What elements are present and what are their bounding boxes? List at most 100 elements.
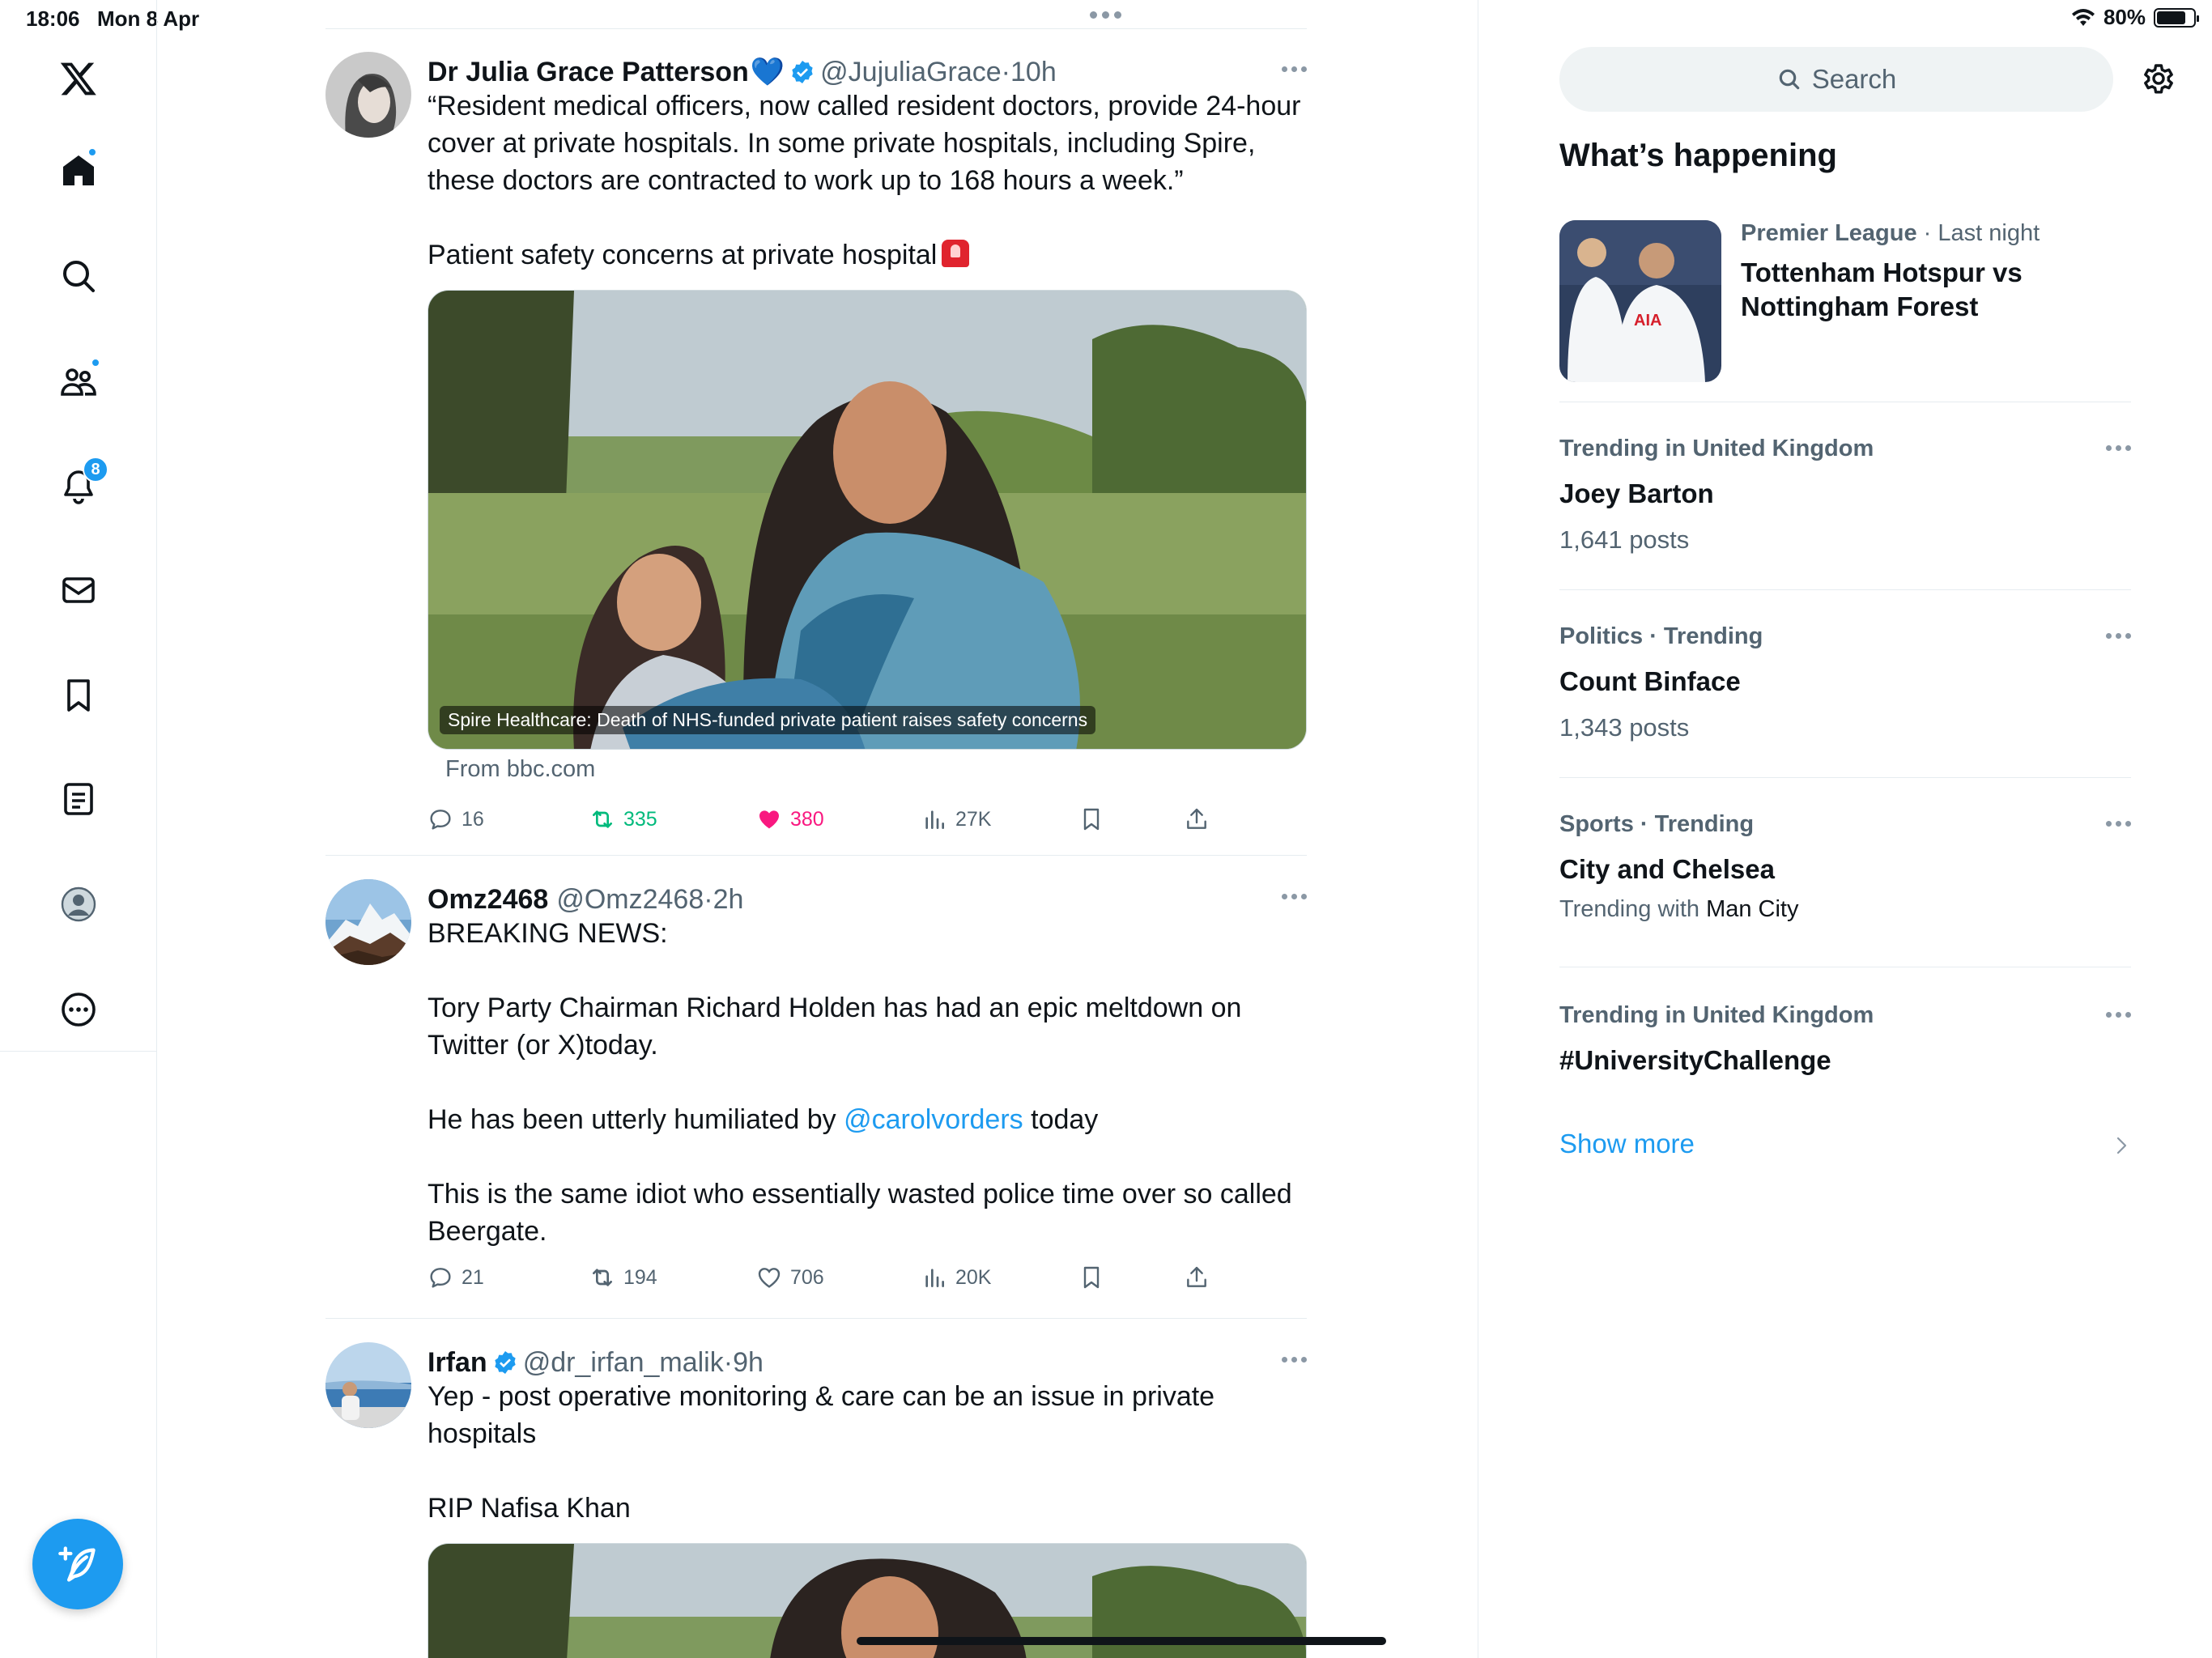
tweet-more-icon[interactable] — [1282, 894, 1307, 899]
trend-with: Trending with Man City — [1559, 896, 2131, 923]
separator: · — [1001, 56, 1010, 87]
home-indicator[interactable] — [857, 1637, 1386, 1645]
search-icon[interactable] — [50, 248, 107, 304]
trend-meta: Trending in United Kingdom — [1559, 436, 1874, 461]
home-icon[interactable] — [50, 142, 107, 199]
link-source[interactable]: From bbc.com — [445, 756, 595, 783]
bookmark-icon — [1083, 808, 1100, 831]
mention-link[interactable]: @carolvorders — [844, 1104, 1023, 1135]
avatar[interactable] — [325, 879, 411, 965]
profile-icon[interactable] — [50, 876, 107, 933]
reply-icon — [430, 810, 451, 830]
share-button[interactable] — [1184, 803, 1210, 835]
trend-more-icon[interactable] — [2106, 1012, 2131, 1018]
trend-more-icon[interactable] — [2106, 445, 2131, 451]
trend-name: Joey Barton — [1559, 478, 1714, 508]
featured-trend-image[interactable]: AIA — [1559, 220, 1721, 382]
like-button[interactable]: 706 — [756, 1261, 824, 1294]
tweet-text: “Resident medical officers, now called r… — [428, 87, 1307, 274]
views-button[interactable]: 20K — [921, 1261, 991, 1294]
bookmark-button[interactable] — [1078, 803, 1104, 835]
views-button[interactable]: 27K — [921, 803, 991, 835]
tweet-text-part1: BREAKING NEWS: Tory Party Chairman Richa… — [428, 918, 1242, 1135]
search-input[interactable]: Search — [1559, 47, 2113, 112]
lists-icon[interactable] — [50, 771, 107, 827]
communities-new-dot — [91, 358, 100, 368]
tweet[interactable]: Dr Julia Grace Patterson 💙 @JujuliaGrace… — [325, 52, 1307, 845]
repost-icon — [593, 810, 612, 828]
avatar[interactable] — [325, 52, 411, 138]
tweet[interactable]: Irfan @dr_irfan_malik · 9h Yep - post op… — [325, 1342, 1307, 1658]
tweet[interactable]: Omz2468 @Omz2468 · 2h BREAKING NEWS: Tor… — [325, 879, 1307, 1289]
compose-post-button[interactable] — [32, 1519, 123, 1609]
heart-icon — [758, 1268, 781, 1288]
x-logo-icon[interactable] — [50, 50, 107, 107]
tweet-text: BREAKING NEWS: Tory Party Chairman Richa… — [428, 915, 1307, 1250]
trend-with-prefix: Trending with — [1559, 896, 1707, 922]
repost-button[interactable]: 335 — [589, 803, 657, 835]
trend-more-icon[interactable] — [2106, 633, 2131, 639]
featured-trend-title[interactable]: Tottenham Hotspur vs Nottingham Forest — [1741, 256, 2121, 324]
like-button[interactable]: 380 — [756, 803, 824, 835]
trend-item[interactable]: Trending in United Kingdom #UniversityCh… — [1559, 1002, 2131, 1076]
left-sidebar: 8 — [0, 0, 157, 1658]
messages-icon[interactable] — [50, 562, 107, 619]
author-handle[interactable]: @Omz2468 — [556, 884, 704, 916]
tweet-actions: 21 194 706 20K — [428, 1261, 1237, 1294]
author-handle[interactable]: @JujuliaGrace — [820, 57, 1002, 88]
author-name[interactable]: Dr Julia Grace Patterson — [428, 57, 749, 88]
multitasking-dots[interactable] — [1090, 11, 1125, 24]
author-handle[interactable]: @dr_irfan_malik — [523, 1347, 724, 1379]
trend-count: 1,641 posts — [1559, 525, 1690, 554]
tweet-header: Dr Julia Grace Patterson 💙 @JujuliaGrace… — [428, 52, 1057, 92]
reply-button[interactable]: 16 — [428, 803, 484, 835]
battery-icon — [2154, 7, 2199, 28]
featured-category: Premier League — [1741, 220, 1917, 246]
tweet-time[interactable]: 2h — [713, 884, 744, 916]
tweet-time[interactable]: 10h — [1010, 57, 1057, 88]
share-button[interactable] — [1184, 1261, 1210, 1294]
views-icon — [925, 1269, 944, 1287]
trend-item[interactable]: Trending in United Kingdom Joey Barton 1… — [1559, 436, 2131, 555]
notifications-icon[interactable]: 8 — [50, 457, 108, 515]
link-card-image[interactable]: Spire Healthcare: Death of NHS-funded pr… — [428, 290, 1307, 750]
like-count: 380 — [790, 807, 824, 831]
tweet-more-icon[interactable] — [1282, 1357, 1307, 1363]
gear-icon[interactable] — [2139, 60, 2178, 99]
reply-count: 16 — [462, 807, 484, 831]
bookmark-icon — [1083, 1266, 1100, 1289]
trend-item[interactable]: Sports · Trending City and Chelsea Trend… — [1559, 811, 2131, 923]
more-icon[interactable] — [50, 981, 107, 1038]
featured-when: Last night — [1938, 220, 2040, 246]
notifications-badge: 8 — [83, 457, 108, 483]
blue-heart-emoji: 💙 — [750, 57, 785, 87]
bookmarks-icon[interactable] — [50, 667, 107, 724]
trend-with-value: Man City — [1706, 896, 1799, 922]
avatar[interactable] — [325, 1342, 411, 1428]
trend-meta: Sports · Trending — [1559, 811, 1755, 837]
repost-button[interactable]: 194 — [589, 1261, 657, 1294]
separator: · — [723, 1346, 734, 1378]
repost-count: 194 — [623, 1265, 657, 1289]
reply-count: 21 — [462, 1265, 484, 1289]
author-name[interactable]: Irfan — [428, 1347, 487, 1379]
views-count: 20K — [955, 1265, 992, 1289]
trend-more-icon[interactable] — [2106, 821, 2131, 827]
bookmark-button[interactable] — [1078, 1261, 1104, 1294]
repost-icon — [593, 1269, 612, 1286]
author-name[interactable]: Omz2468 — [428, 884, 548, 916]
separator: · — [704, 883, 713, 915]
trend-item[interactable]: Politics · Trending Count Binface 1,343 … — [1559, 623, 2131, 742]
communities-icon[interactable] — [50, 353, 107, 410]
tweet-more-icon[interactable] — [1282, 66, 1307, 72]
featured-trend-meta: Premier League · Last night — [1741, 220, 2040, 247]
siren-emoji-icon — [942, 240, 970, 267]
trend-name: Count Binface — [1559, 666, 1741, 696]
show-more-link[interactable]: Show more — [1559, 1129, 1695, 1159]
tweet-actions: 16 335 380 27K — [428, 803, 1237, 835]
trend-meta: Trending in United Kingdom — [1559, 1002, 1874, 1028]
chevron-right-icon[interactable] — [2113, 1133, 2131, 1158]
tweet-time[interactable]: 9h — [733, 1347, 764, 1379]
svg-text:AIA: AIA — [1634, 312, 1661, 329]
reply-button[interactable]: 21 — [428, 1261, 484, 1294]
